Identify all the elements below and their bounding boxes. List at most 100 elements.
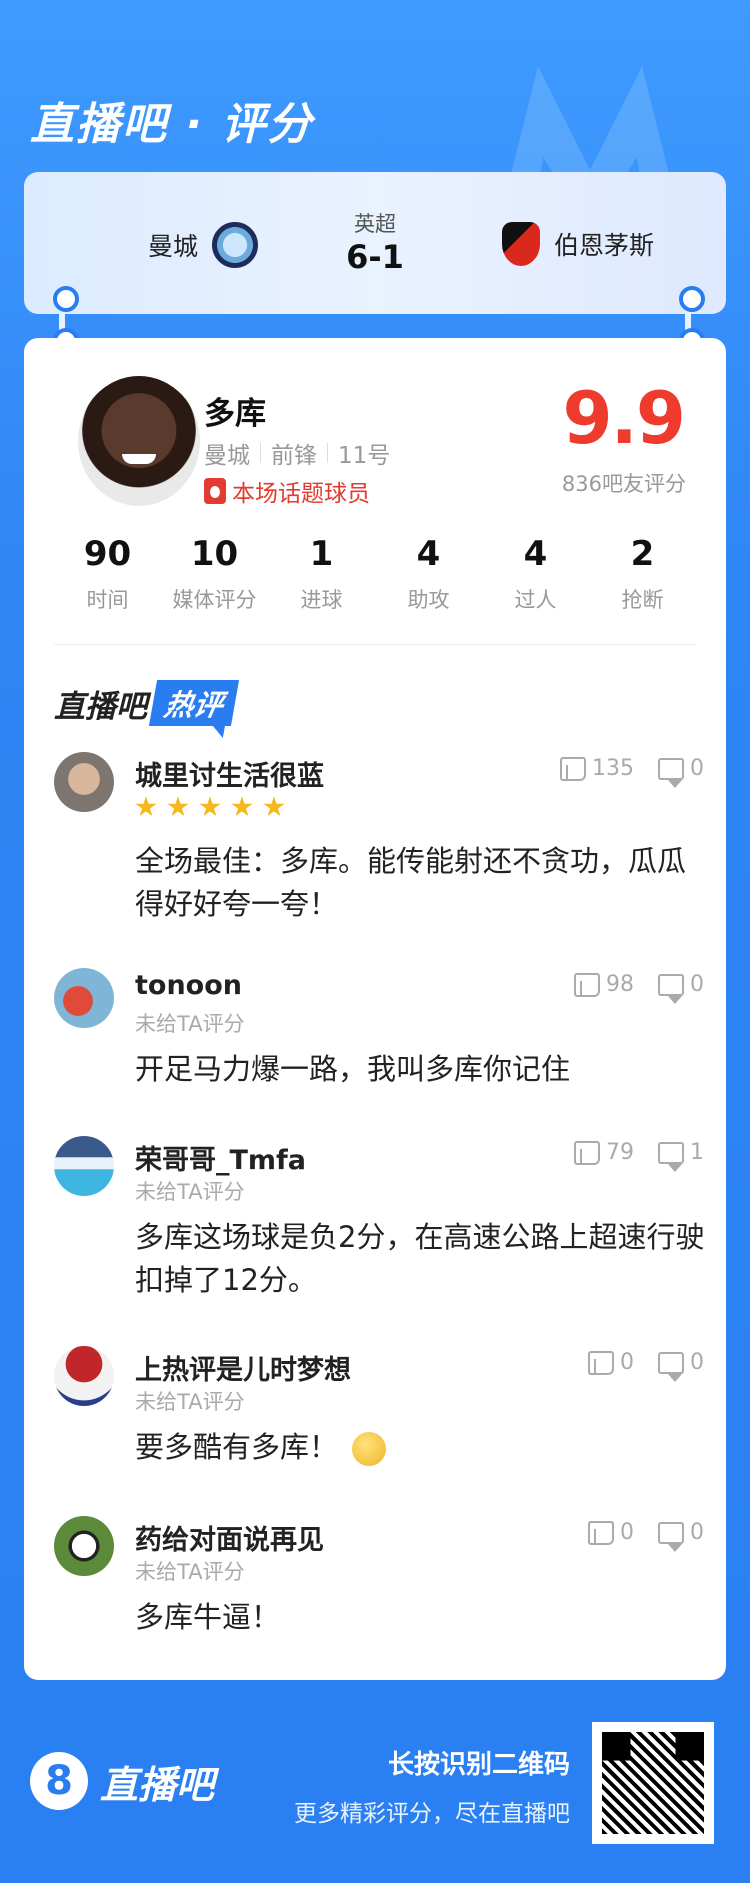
rating-status: 未给TA评分 <box>135 1560 245 1584</box>
comment-item: 药给对面说再见 未给TA评分 多库牛逼！ 0 0 <box>54 1516 704 1646</box>
qr-code-icon <box>602 1732 704 1834</box>
player-meta: 曼城 前锋 11号 <box>204 436 390 470</box>
reply-button[interactable]: 0 <box>658 972 704 1004</box>
user-rating-stars <box>135 796 285 818</box>
comment-text: 开足马力爆一路，我叫多库你记住 <box>135 1052 571 1086</box>
reply-button[interactable]: 0 <box>658 1350 704 1382</box>
reply-count: 1 <box>690 1140 704 1165</box>
reply-count: 0 <box>690 756 704 781</box>
comment-bubble-icon <box>658 973 684 1004</box>
comment-actions: 0 0 <box>588 1350 704 1382</box>
qr-code[interactable] <box>592 1722 714 1844</box>
star-icon <box>167 796 189 817</box>
stat-label: 抢断 <box>621 588 664 612</box>
like-button[interactable]: 135 <box>560 756 634 781</box>
stat-value: 10 <box>190 534 239 574</box>
stat-item: 4 助攻 <box>375 534 482 614</box>
comment-bubble-icon <box>658 1521 684 1552</box>
hot-comments-heading: 直播吧 热评 <box>54 680 240 726</box>
like-button[interactable]: 0 <box>588 1350 634 1375</box>
comment-username[interactable]: tonoon <box>135 970 242 1001</box>
thumbs-up-icon <box>574 1140 600 1165</box>
comment-username[interactable]: 上热评是儿时梦想 <box>135 1348 351 1387</box>
reply-button[interactable]: 0 <box>658 756 704 788</box>
thumbs-up-icon <box>574 972 600 997</box>
stat-item: 1 进球 <box>268 534 375 614</box>
qr-subtext: 更多精彩评分，尽在直播吧 <box>294 1801 570 1827</box>
comment-item: 上热评是儿时梦想 未给TA评分 要多酷有多库！ 0 0 <box>54 1346 704 1476</box>
thumbs-up-icon <box>588 1520 614 1545</box>
comment-text: 多库牛逼！ <box>135 1600 281 1634</box>
comment-bubble-icon <box>658 1141 684 1172</box>
stat-value: 4 <box>416 534 441 574</box>
user-avatar[interactable] <box>54 752 114 812</box>
section-divider <box>54 644 696 645</box>
star-icon <box>231 796 253 817</box>
comment-bubble-icon <box>658 757 684 788</box>
flame-badge-icon <box>204 478 226 504</box>
user-avatar[interactable] <box>54 968 114 1028</box>
reply-button[interactable]: 1 <box>658 1140 704 1172</box>
stat-label: 媒体评分 <box>172 588 257 612</box>
comment-item: 荣哥哥_Tmfa 未给TA评分 多库这场球是负2分，在高速公路上超速行驶扣掉了1… <box>54 1136 704 1316</box>
star-icon <box>263 796 285 817</box>
user-avatar[interactable] <box>54 1346 114 1406</box>
thumbs-up-icon <box>560 756 586 781</box>
like-button[interactable]: 0 <box>588 1520 634 1545</box>
player-rating: 9.9 <box>562 376 686 460</box>
reply-button[interactable]: 0 <box>658 1520 704 1552</box>
comment-item: tonoon 未给TA评分 开足马力爆一路，我叫多库你记住 98 0 <box>54 968 704 1098</box>
comment-text: 多库这场球是负2分，在高速公路上超速行驶扣掉了12分。 <box>135 1220 705 1297</box>
comment-username[interactable]: 城里讨生活很蓝 <box>135 754 324 793</box>
bournemouth-badge-icon <box>502 222 540 266</box>
like-count: 98 <box>606 972 634 997</box>
smirk-emoji-icon <box>352 1432 387 1466</box>
comment-bubble-icon <box>658 1351 684 1382</box>
comment-text: 全场最佳：多库。能传能射还不贪功，瓜瓜得好好夸一夸！ <box>135 844 687 921</box>
reply-count: 0 <box>690 1520 704 1545</box>
star-icon <box>135 796 157 817</box>
brand-name: 直播吧 <box>100 1762 215 1807</box>
comment-actions: 98 0 <box>574 972 704 1004</box>
star-icon <box>199 796 221 817</box>
comment-username[interactable]: 荣哥哥_Tmfa <box>135 1138 306 1177</box>
player-avatar <box>78 376 200 506</box>
stat-item: 4 过人 <box>482 534 589 614</box>
like-count: 79 <box>606 1140 634 1165</box>
like-count: 0 <box>620 1350 634 1375</box>
stat-value: 1 <box>309 534 334 574</box>
stat-item: 90 时间 <box>54 534 161 614</box>
page-title: 直播吧 · 评分 <box>30 99 314 150</box>
stat-value: 4 <box>523 534 548 574</box>
topic-player-label: 本场话题球员 <box>232 481 370 507</box>
rating-status: 未给TA评分 <box>135 1012 245 1036</box>
comment-item: 城里讨生活很蓝 全场最佳：多库。能传能射还不贪功，瓜瓜得好好夸一夸！ 135 0 <box>54 752 704 922</box>
like-button[interactable]: 98 <box>574 972 634 997</box>
player-card: 多库 曼城 前锋 11号 本场话题球员 9.9 836吧友评分 90 时间 10 媒… <box>24 338 726 1680</box>
away-team: 伯恩茅斯 <box>502 222 654 266</box>
stat-label: 过人 <box>514 588 557 612</box>
rating-status: 未给TA评分 <box>135 1390 245 1414</box>
like-button[interactable]: 79 <box>574 1140 634 1165</box>
stat-label: 助攻 <box>407 588 450 612</box>
reply-count: 0 <box>690 972 704 997</box>
qr-prompt: 长按识别二维码 <box>387 1750 570 1780</box>
brand-logo-icon: 8 <box>30 1752 88 1810</box>
player-number: 11号 <box>338 443 391 469</box>
hot-comments-title-tag: 热评 <box>148 680 240 726</box>
topic-player-tag: 本场话题球员 <box>204 474 370 508</box>
player-team: 曼城 <box>204 443 250 469</box>
comment-actions: 79 1 <box>574 1140 704 1172</box>
like-count: 0 <box>620 1520 634 1545</box>
user-avatar[interactable] <box>54 1136 114 1196</box>
comment-actions: 0 0 <box>588 1520 704 1552</box>
rating-status: 未给TA评分 <box>135 1180 245 1204</box>
away-team-name: 伯恩茅斯 <box>554 231 655 260</box>
rating-count: 836吧友评分 <box>561 472 686 496</box>
thumbs-up-icon <box>588 1350 614 1375</box>
user-avatar[interactable] <box>54 1516 114 1576</box>
stat-item: 2 抢断 <box>589 534 696 614</box>
footer-logo: 8 直播吧 <box>30 1752 214 1810</box>
comment-username[interactable]: 药给对面说再见 <box>135 1518 324 1557</box>
reply-count: 0 <box>690 1350 704 1375</box>
